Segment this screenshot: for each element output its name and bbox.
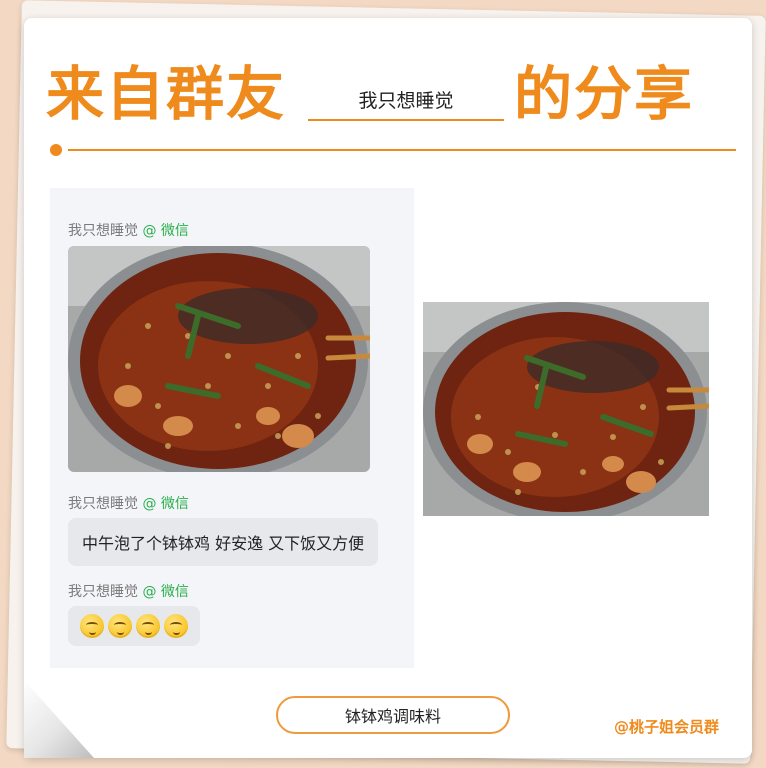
divider-dot — [50, 144, 62, 156]
featured-food-photo[interactable] — [423, 302, 709, 516]
thinking-emoji-icon — [108, 614, 132, 638]
title-row: 来自群友 我只想睡觉 的分享 — [46, 58, 726, 138]
thinking-emoji-icon — [80, 614, 104, 638]
title-text-right: 的分享 — [514, 60, 695, 128]
group-tag: @桃子姐会员群 — [614, 718, 720, 736]
chat-screenshot: 我只想睡觉 @ 微信 我只想睡觉 @ 微信 中午泡了个钵钵鸡 好安逸 又下饭又方… — [50, 188, 414, 668]
sender-name: 我只想睡觉 — [68, 584, 138, 600]
sender-source: @ 微信 — [142, 223, 189, 239]
chat-food-photo[interactable] — [68, 246, 370, 472]
sender-name: 我只想睡觉 — [68, 223, 138, 239]
title-text-left: 来自群友 — [46, 60, 287, 128]
product-button[interactable]: 钵钵鸡调味料 — [276, 696, 510, 734]
message-sender: 我只想睡觉 @ 微信 — [68, 493, 189, 513]
sender-source: @ 微信 — [142, 496, 189, 512]
sender-name: 我只想睡觉 — [68, 496, 138, 512]
thinking-emoji-icon — [136, 614, 160, 638]
sender-source: @ 微信 — [142, 584, 189, 600]
message-bubble[interactable]: 中午泡了个钵钵鸡 好安逸 又下饭又方便 — [68, 518, 379, 566]
divider-line — [68, 149, 736, 151]
emoji-bubble[interactable] — [68, 606, 200, 646]
message-sender: 我只想睡觉 @ 微信 — [68, 220, 189, 240]
title-username: 我只想睡觉 — [308, 86, 504, 121]
thinking-emoji-icon — [164, 614, 188, 638]
message-sender: 我只想睡觉 @ 微信 — [68, 581, 189, 601]
